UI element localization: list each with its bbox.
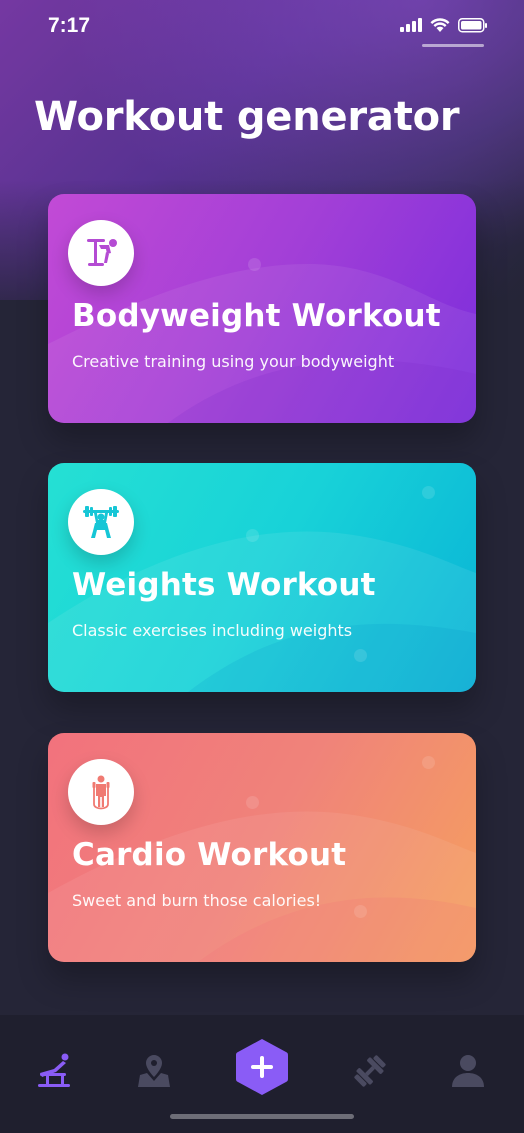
decoration-dot (422, 756, 435, 769)
plus-icon (236, 1039, 288, 1095)
tab-weights[interactable] (344, 1045, 396, 1097)
decoration-dot (248, 258, 261, 271)
card-subtitle: Sweet and burn those calories! (72, 891, 322, 910)
tab-profile[interactable] (442, 1045, 494, 1097)
bodyweight-exercise-icon (68, 220, 134, 286)
status-time: 7:17 (48, 14, 91, 37)
profile-icon (452, 1055, 484, 1087)
top-indicator (422, 44, 484, 47)
decoration-dot (422, 486, 435, 499)
weightlifting-icon (68, 489, 134, 555)
card-title: Cardio Workout (72, 837, 347, 873)
status-bar: 7:17 (0, 0, 524, 54)
bodyweight-tab-icon (38, 1053, 70, 1087)
decoration-dot (246, 796, 259, 809)
cellular-signal-icon (400, 18, 422, 32)
weights-workout-card[interactable]: Weights Workout Classic exercises includ… (48, 463, 476, 692)
card-subtitle: Creative training using your bodyweight (72, 352, 395, 371)
decoration-dot (354, 905, 367, 918)
jump-rope-icon (68, 759, 134, 825)
add-workout-button[interactable] (234, 1037, 290, 1097)
cardio-workout-card[interactable]: Cardio Workout Sweet and burn those calo… (48, 733, 476, 962)
map-location-icon (138, 1055, 170, 1087)
card-title: Weights Workout (72, 567, 376, 603)
tab-bodyweight[interactable] (28, 1045, 80, 1097)
battery-icon (458, 17, 487, 32)
bodyweight-workout-card[interactable]: Bodyweight Workout Creative training usi… (48, 194, 476, 423)
dumbbell-icon (354, 1055, 386, 1087)
wifi-icon (430, 18, 450, 32)
decoration-dot (246, 529, 259, 542)
decoration-dot (354, 649, 367, 662)
page-title: Workout generator (34, 94, 460, 140)
card-subtitle: Classic exercises including weights (72, 621, 353, 640)
tab-map[interactable] (128, 1045, 180, 1097)
card-title: Bodyweight Workout (72, 298, 441, 334)
status-icons (400, 17, 488, 33)
home-indicator (170, 1114, 354, 1119)
tab-bar (0, 1015, 524, 1133)
